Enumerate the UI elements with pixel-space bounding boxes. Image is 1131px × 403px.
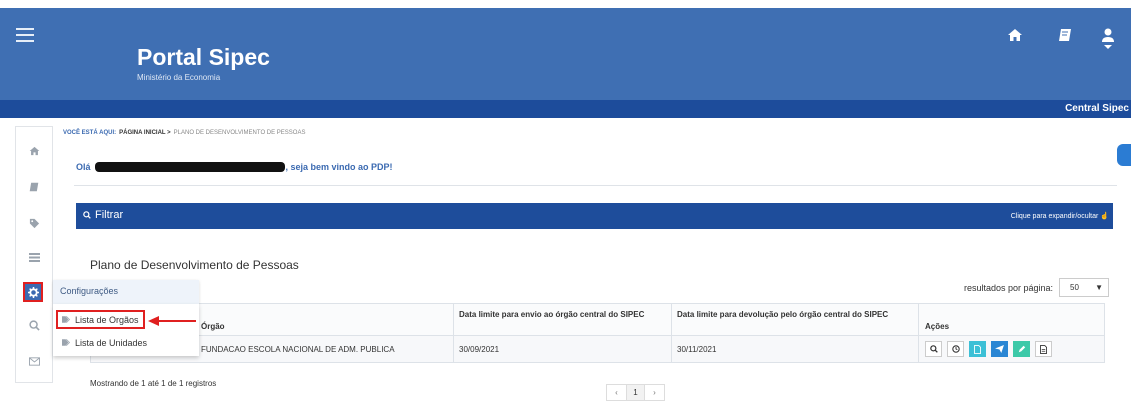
col-devolucao: Data limite para devolução pelo órgão ce…: [677, 310, 889, 319]
section-title: Plano de Desenvolvimento de Pessoas: [90, 258, 299, 272]
envelope-icon[interactable]: [25, 352, 43, 370]
list-icon[interactable]: [25, 248, 43, 266]
top-strip: [0, 0, 1131, 8]
edit-icon[interactable]: [1013, 341, 1030, 357]
breadcrumb-current: PLANO DE DESENVOLVIMENTO DE PESSOAS: [173, 130, 306, 136]
col-acoes: Ações: [925, 322, 950, 331]
book-icon[interactable]: [25, 178, 43, 196]
tags-icon: [62, 338, 72, 348]
pagination: ‹ 1 ›: [606, 384, 665, 401]
welcome-message: Olá , seja bem vindo ao PDP!: [76, 162, 393, 172]
pdf-icon[interactable]: [1035, 341, 1052, 357]
side-help-tab[interactable]: [1117, 144, 1131, 166]
home-icon[interactable]: [1007, 28, 1023, 47]
col-divider: [918, 336, 919, 362]
col-divider: [918, 304, 919, 337]
highlight-box: [56, 310, 145, 329]
col-envio: Data limite para envio ao órgão central …: [459, 310, 645, 319]
user-icon[interactable]: [1101, 28, 1115, 55]
search-icon[interactable]: [925, 341, 942, 357]
tag-icon[interactable]: [25, 214, 43, 232]
central-label[interactable]: Central Sipec: [1065, 103, 1129, 114]
per-page-value: 50: [1070, 283, 1079, 292]
arrow-line: [158, 320, 196, 322]
document-icon[interactable]: [969, 341, 986, 357]
menu-item-lista-unidades[interactable]: Lista de Unidades: [62, 338, 147, 348]
row-actions: [925, 341, 1052, 357]
hand-icon: ☝: [1100, 213, 1109, 220]
col-divider: [671, 336, 672, 362]
per-page-select[interactable]: 50 ▼: [1059, 278, 1109, 297]
page-title: Portal Sipec: [137, 44, 270, 70]
table-row: FUNDACAO ESCOLA NACIONAL DE ADM. PUBLICA…: [90, 336, 1105, 363]
col-divider: [453, 336, 454, 362]
send-icon[interactable]: [991, 341, 1008, 357]
filter-bar[interactable]: Filtrar Clique para expandir/ocultar ☝: [76, 203, 1113, 229]
table-header: Órgão Data limite para envio ao órgão ce…: [90, 303, 1105, 337]
col-divider: [453, 304, 454, 337]
cell-envio: 30/09/2021: [459, 345, 500, 354]
welcome-suffix: , seja bem vindo ao PDP!: [285, 162, 393, 172]
cell-devolucao: 30/11/2021: [677, 345, 717, 354]
config-menu-title: Configurações: [60, 286, 119, 296]
cell-orgao: FUNDACAO ESCOLA NACIONAL DE ADM. PUBLICA: [201, 345, 395, 354]
filter-label: Filtrar: [95, 209, 124, 221]
page-subtitle: Ministério da Economia: [137, 73, 221, 82]
filter-title: Filtrar: [83, 209, 123, 221]
gear-icon[interactable]: [23, 282, 43, 302]
central-bar: [0, 100, 1131, 118]
filter-toggle-hint[interactable]: Clique para expandir/ocultar ☝: [1011, 212, 1109, 220]
home-icon[interactable]: [25, 142, 43, 160]
redacted-name: [94, 162, 285, 172]
search-icon: [83, 211, 91, 219]
prev-page-button[interactable]: ‹: [607, 385, 626, 400]
menu-item-label: Lista de Unidades: [75, 338, 148, 348]
menu-icon[interactable]: [16, 28, 34, 42]
col-divider: [671, 304, 672, 337]
filter-hint-text: Clique para expandir/ocultar: [1010, 213, 1099, 220]
breadcrumb-home[interactable]: PÁGINA INICIAL >: [119, 130, 171, 136]
caret-down-icon: ▼: [1095, 283, 1103, 292]
breadcrumb-label: VOCÊ ESTÁ AQUI:: [63, 130, 117, 136]
next-page-button[interactable]: ›: [645, 385, 664, 400]
config-menu-header[interactable]: Configurações: [53, 280, 199, 304]
per-page-label: resultados por página:: [964, 283, 1054, 293]
clock-icon[interactable]: [947, 341, 964, 357]
header: Portal Sipec Ministério da Economia: [0, 8, 1131, 100]
col-orgao: Órgão: [201, 322, 225, 331]
welcome-prefix: Olá: [76, 162, 91, 172]
breadcrumb: VOCÊ ESTÁ AQUI: PÁGINA INICIAL > PLANO D…: [63, 130, 305, 136]
search-icon[interactable]: [25, 316, 43, 334]
records-count: Mostrando de 1 até 1 de 1 registros: [90, 379, 217, 388]
book-icon[interactable]: [1058, 28, 1072, 47]
page-button[interactable]: 1: [626, 385, 645, 400]
divider: [74, 185, 1117, 186]
